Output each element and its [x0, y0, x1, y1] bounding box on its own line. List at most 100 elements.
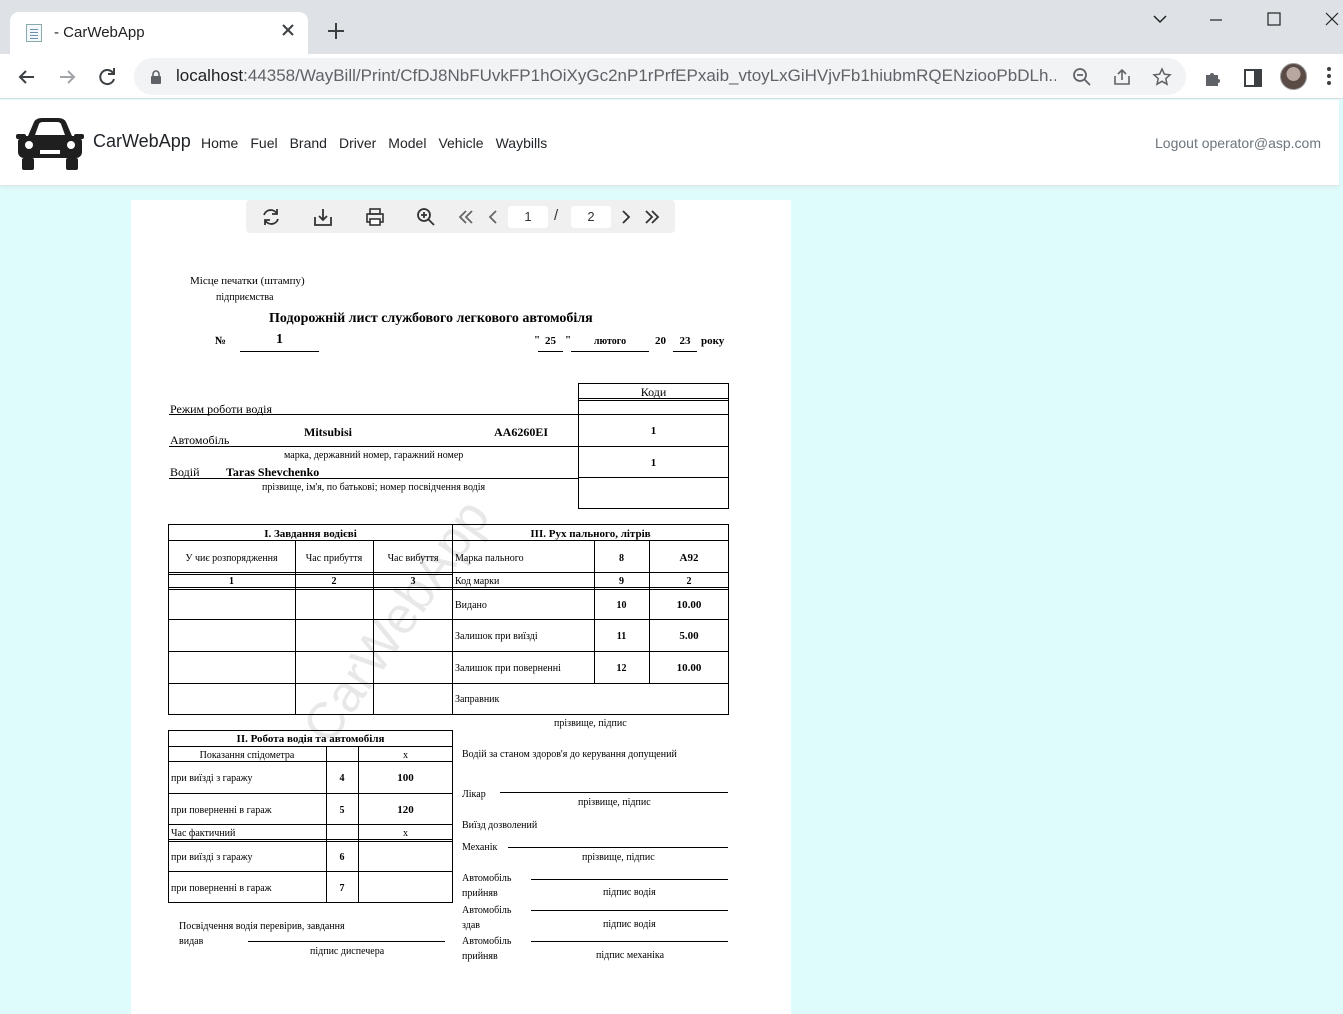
fuel-row-label: Залишок при поверненні: [455, 663, 561, 674]
close-tab-icon[interactable]: [278, 20, 298, 40]
nav-home[interactable]: Home: [201, 135, 238, 151]
fuel-row-value: 10.00: [676, 662, 702, 674]
page-separator: /: [554, 207, 559, 224]
car-logo-icon[interactable]: [14, 116, 86, 172]
fuel-row-value: 10.00: [676, 599, 702, 611]
exit-allowed: Виїзд дозволений: [462, 820, 538, 831]
pdf-toolbar: 1 / 2: [246, 200, 675, 233]
address-bar[interactable]: localhost:44358/WayBill/Print/CfDJ8NbFUv…: [134, 58, 1186, 95]
health-statement: Водій за станом здоров'я до керування до…: [462, 749, 677, 760]
work-row2-code: 7: [339, 883, 345, 894]
zoom-icon[interactable]: [1072, 67, 1092, 87]
car-handed-label: Автомобіль: [462, 905, 512, 916]
task-num-1: 1: [229, 576, 234, 587]
url-text[interactable]: localhost:44358/WayBill/Print/CfDJ8NbFUv…: [176, 66, 1056, 86]
lock-icon[interactable]: [148, 69, 164, 85]
nav-waybills[interactable]: Waybills: [496, 135, 548, 151]
fuel-row-label: Залишок при виїзді: [455, 631, 538, 642]
task-num-3: 3: [410, 576, 416, 587]
share-icon[interactable]: [1112, 67, 1132, 87]
fuel-row-label: Код марки: [455, 576, 500, 587]
car-accepted-label-2: прийняв: [462, 951, 498, 962]
waybill-number: 1: [276, 332, 283, 347]
car-accepted-label: Автомобіль: [462, 873, 512, 884]
logout-link[interactable]: Logout operator@asp.com: [1155, 135, 1321, 151]
profile-avatar[interactable]: [1280, 63, 1307, 90]
nav-fuel[interactable]: Fuel: [250, 135, 277, 151]
browser-toolbar: localhost:44358/WayBill/Print/CfDJ8NbFUv…: [0, 54, 1343, 99]
task-num-2: 2: [331, 576, 337, 587]
car-handed-label-2: здав: [462, 920, 481, 931]
back-icon[interactable]: [12, 62, 42, 92]
driver-caption: прізвище, ім'я, по батькові; номер посві…: [262, 482, 486, 493]
work-row-value: 100: [397, 772, 414, 784]
print-icon[interactable]: [365, 207, 385, 227]
refresh-icon[interactable]: [261, 207, 281, 227]
date-month: лютого: [593, 336, 627, 347]
fuel-row-value: 5.00: [679, 630, 699, 642]
year-word: року: [701, 335, 725, 347]
browser-menu-icon[interactable]: [1326, 66, 1332, 86]
odometer-x: х: [403, 750, 408, 761]
stamp-label: Місце печатки (штампу): [190, 275, 305, 287]
tab-search-chevron-icon[interactable]: [1140, 6, 1180, 34]
fuel-sign-caption: прізвище, підпис: [554, 718, 627, 729]
work-row-value: 120: [397, 804, 414, 816]
year-prefix: 20: [655, 335, 666, 347]
forward-icon[interactable]: [52, 62, 82, 92]
first-page-icon[interactable]: [456, 207, 476, 227]
work-row-code: 5: [339, 805, 345, 816]
maximize-icon[interactable]: [1254, 6, 1294, 34]
car-code: 1: [650, 425, 657, 437]
work-row2-label: при виїзді з гаражу: [171, 852, 253, 863]
dispatcher-sign-caption: підпис диспечера: [310, 946, 385, 957]
zoom-in-icon[interactable]: [416, 207, 436, 227]
work-row2-code: 6: [339, 852, 345, 863]
side-panel-icon[interactable]: [1242, 67, 1264, 89]
driver-sign-caption: підпис водія: [603, 887, 656, 898]
brand-name[interactable]: CarWebApp: [93, 131, 191, 152]
nav-brand[interactable]: Brand: [290, 135, 327, 151]
work-row-label: при виїзді з гаражу: [171, 773, 253, 784]
last-page-icon[interactable]: [642, 207, 662, 227]
fuel-row-code: 10: [616, 600, 627, 611]
stamp-label-2: підприємства: [216, 292, 274, 303]
minimize-icon[interactable]: [1196, 6, 1236, 34]
total-pages: 2: [571, 206, 611, 228]
fuel-row-code: 9: [619, 576, 624, 587]
site-navbar: CarWebApp Home Fuel Brand Driver Model V…: [0, 100, 1339, 186]
previous-page-icon[interactable]: [483, 207, 503, 227]
dispatcher-text-2: видав: [179, 936, 204, 947]
task-col-1: У чиє розпорядження: [185, 553, 278, 564]
driver-sign-caption: підпис водія: [603, 919, 656, 930]
bookmark-star-icon[interactable]: [1152, 67, 1172, 87]
task-title: І. Завдання водієві: [264, 528, 357, 540]
work-title: ІІ. Робота водія та автомобіля: [236, 733, 385, 745]
browser-tab[interactable]: - CarWebApp: [10, 12, 308, 54]
fuel-row-code: 11: [616, 631, 627, 642]
number-label: №: [215, 335, 227, 347]
fuel-row-label: Видано: [455, 600, 487, 611]
new-tab-icon[interactable]: [324, 19, 348, 43]
date-day: 25: [545, 335, 556, 347]
nav-vehicle[interactable]: Vehicle: [438, 135, 483, 151]
car-accepted-label-2: прийняв: [462, 888, 498, 899]
browser-tab-strip: - CarWebApp: [0, 0, 1343, 54]
work-row-code: 4: [339, 773, 345, 784]
nav-driver[interactable]: Driver: [339, 135, 376, 151]
download-icon[interactable]: [313, 207, 333, 227]
current-page-input[interactable]: 1: [508, 206, 548, 228]
fuel-row-code: 12: [616, 663, 627, 674]
task-col-2: Час прибуття: [305, 553, 363, 564]
nav-model[interactable]: Model: [388, 135, 426, 151]
actual-time-x: х: [403, 828, 408, 839]
car-accepted-label: Автомобіль: [462, 936, 512, 947]
driver-code: 1: [650, 457, 657, 469]
extensions-icon[interactable]: [1202, 67, 1224, 89]
fuel-title: ІІІ. Рух пального, літрів: [530, 528, 651, 540]
next-page-icon[interactable]: [616, 207, 636, 227]
car-brand: Mitsubisi: [304, 425, 353, 439]
mechanic-label: Механік: [462, 842, 498, 853]
window-close-icon[interactable]: [1312, 6, 1343, 34]
reload-icon[interactable]: [92, 62, 122, 92]
